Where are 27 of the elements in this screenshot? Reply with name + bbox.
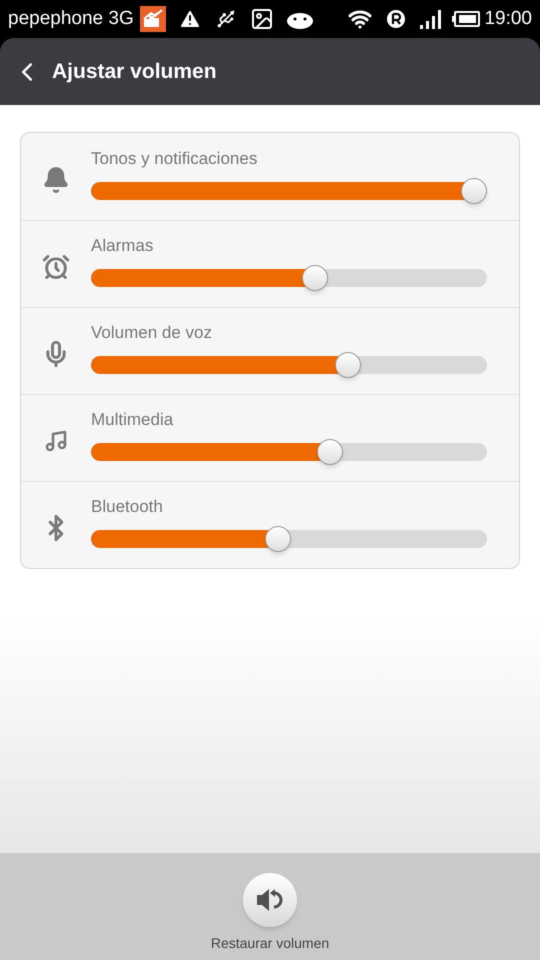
slider-thumb[interactable] [302, 265, 328, 291]
slider-track[interactable] [91, 269, 487, 287]
volume-label: Volumen de voz [91, 323, 213, 343]
music-note-icon [44, 429, 68, 453]
slider-track[interactable] [91, 530, 487, 548]
restore-volume-button[interactable]: Restaurar volumen [210, 873, 330, 954]
slider-thumb[interactable] [316, 439, 343, 465]
page-title: Ajustar volumen [52, 58, 217, 85]
slider-thumb[interactable] [264, 526, 291, 552]
slider-track[interactable] [91, 356, 487, 374]
roaming-icon [386, 9, 406, 29]
volume-label: Tonos y notificaciones [91, 148, 258, 168]
alarm-clock-icon [42, 253, 70, 281]
clock-time: 19:00 [484, 6, 532, 31]
carrier-name: pepephone 3G [8, 6, 134, 31]
signal-icon [420, 9, 442, 29]
slider-thumb[interactable] [335, 352, 362, 378]
volume-label: Alarmas [91, 236, 154, 256]
speaker-restore-icon [255, 887, 285, 913]
slider-thumb[interactable] [461, 178, 487, 204]
volume-label: Bluetooth [91, 497, 164, 517]
bell-icon [42, 166, 70, 194]
volume-label: Multimedia [91, 410, 174, 430]
slider-track[interactable] [91, 443, 487, 461]
usb-icon [216, 9, 236, 29]
battery-icon [452, 11, 480, 27]
image-icon [250, 7, 274, 31]
